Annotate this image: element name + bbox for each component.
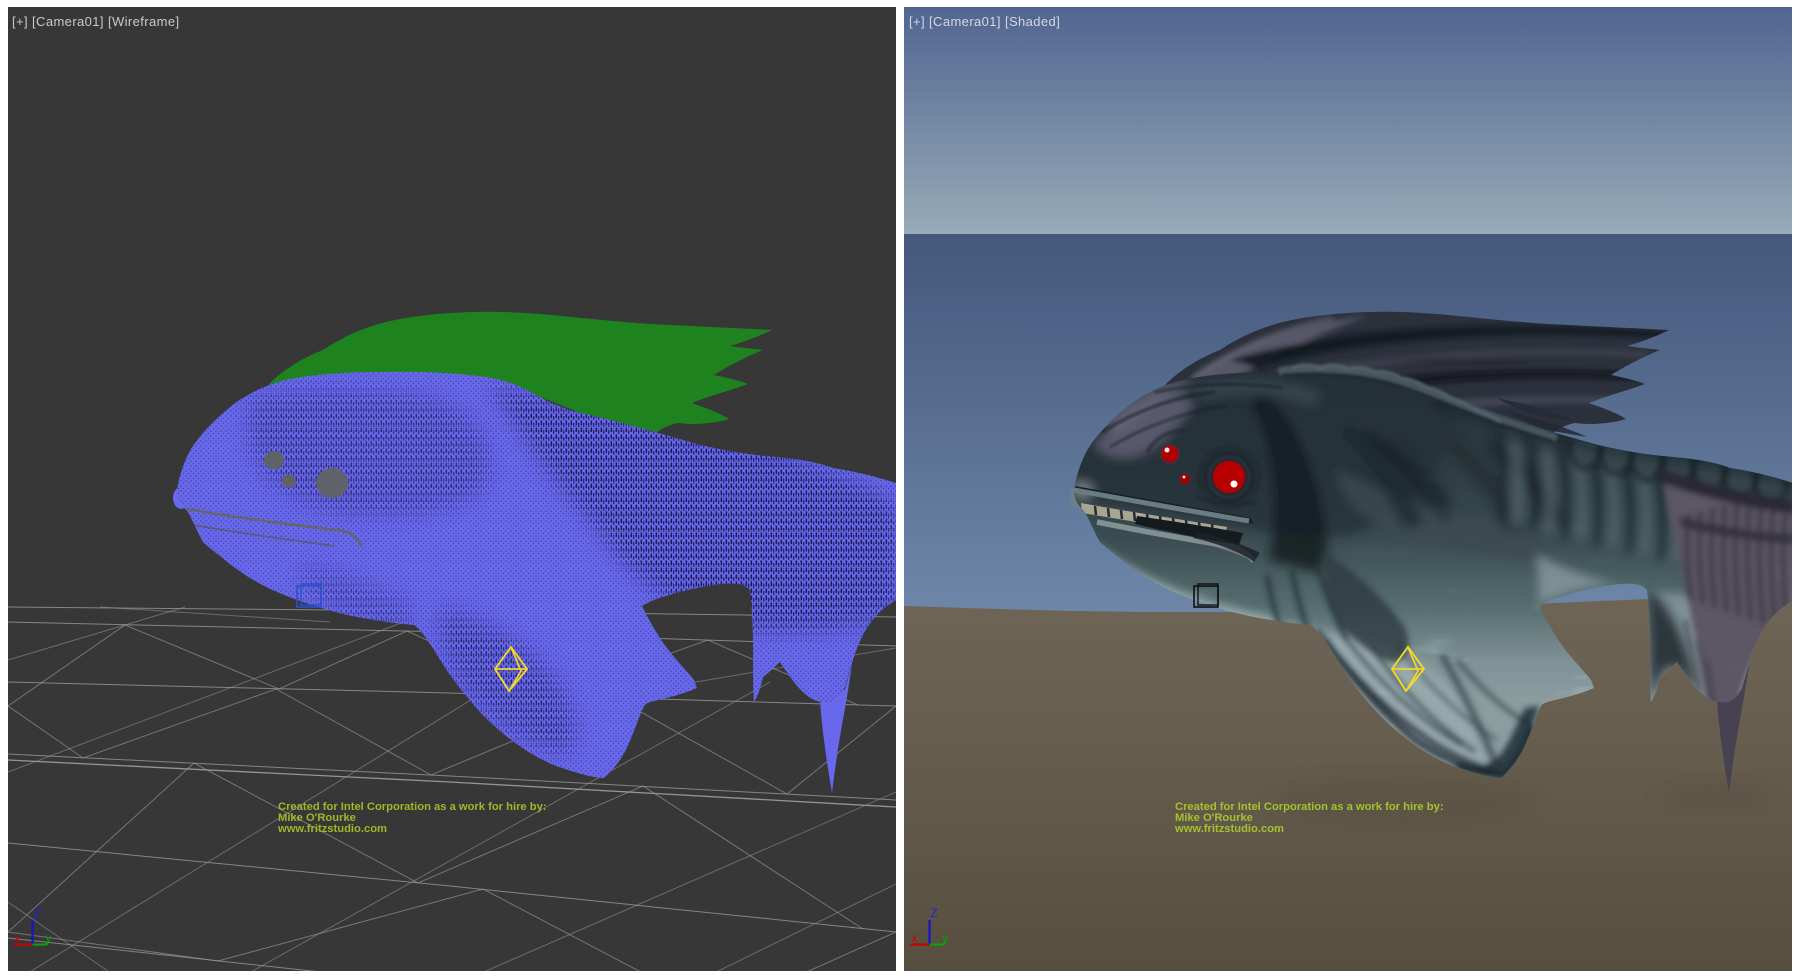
svg-text:x: x	[15, 933, 21, 945]
svg-text:y: y	[46, 933, 52, 945]
svg-text:www.fritzstudio.com: www.fritzstudio.com	[277, 823, 387, 835]
svg-text:x: x	[912, 933, 918, 945]
svg-text:Z: Z	[931, 906, 938, 920]
svg-text:www.fritzstudio.com: www.fritzstudio.com	[1174, 823, 1284, 835]
svg-text:y: y	[943, 933, 949, 945]
svg-text:[+] [Camera01] [Wireframe]: [+] [Camera01] [Wireframe]	[12, 14, 180, 29]
svg-text:[+] [Camera01] [Shaded]: [+] [Camera01] [Shaded]	[909, 14, 1060, 29]
svg-text:Z: Z	[34, 906, 41, 920]
